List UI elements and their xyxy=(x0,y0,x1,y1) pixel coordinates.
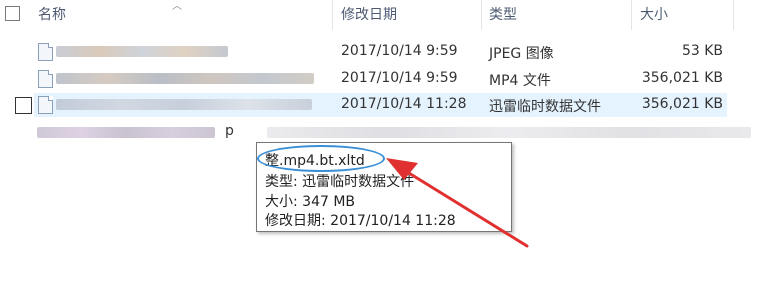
annotation-arrow-icon xyxy=(386,158,529,248)
